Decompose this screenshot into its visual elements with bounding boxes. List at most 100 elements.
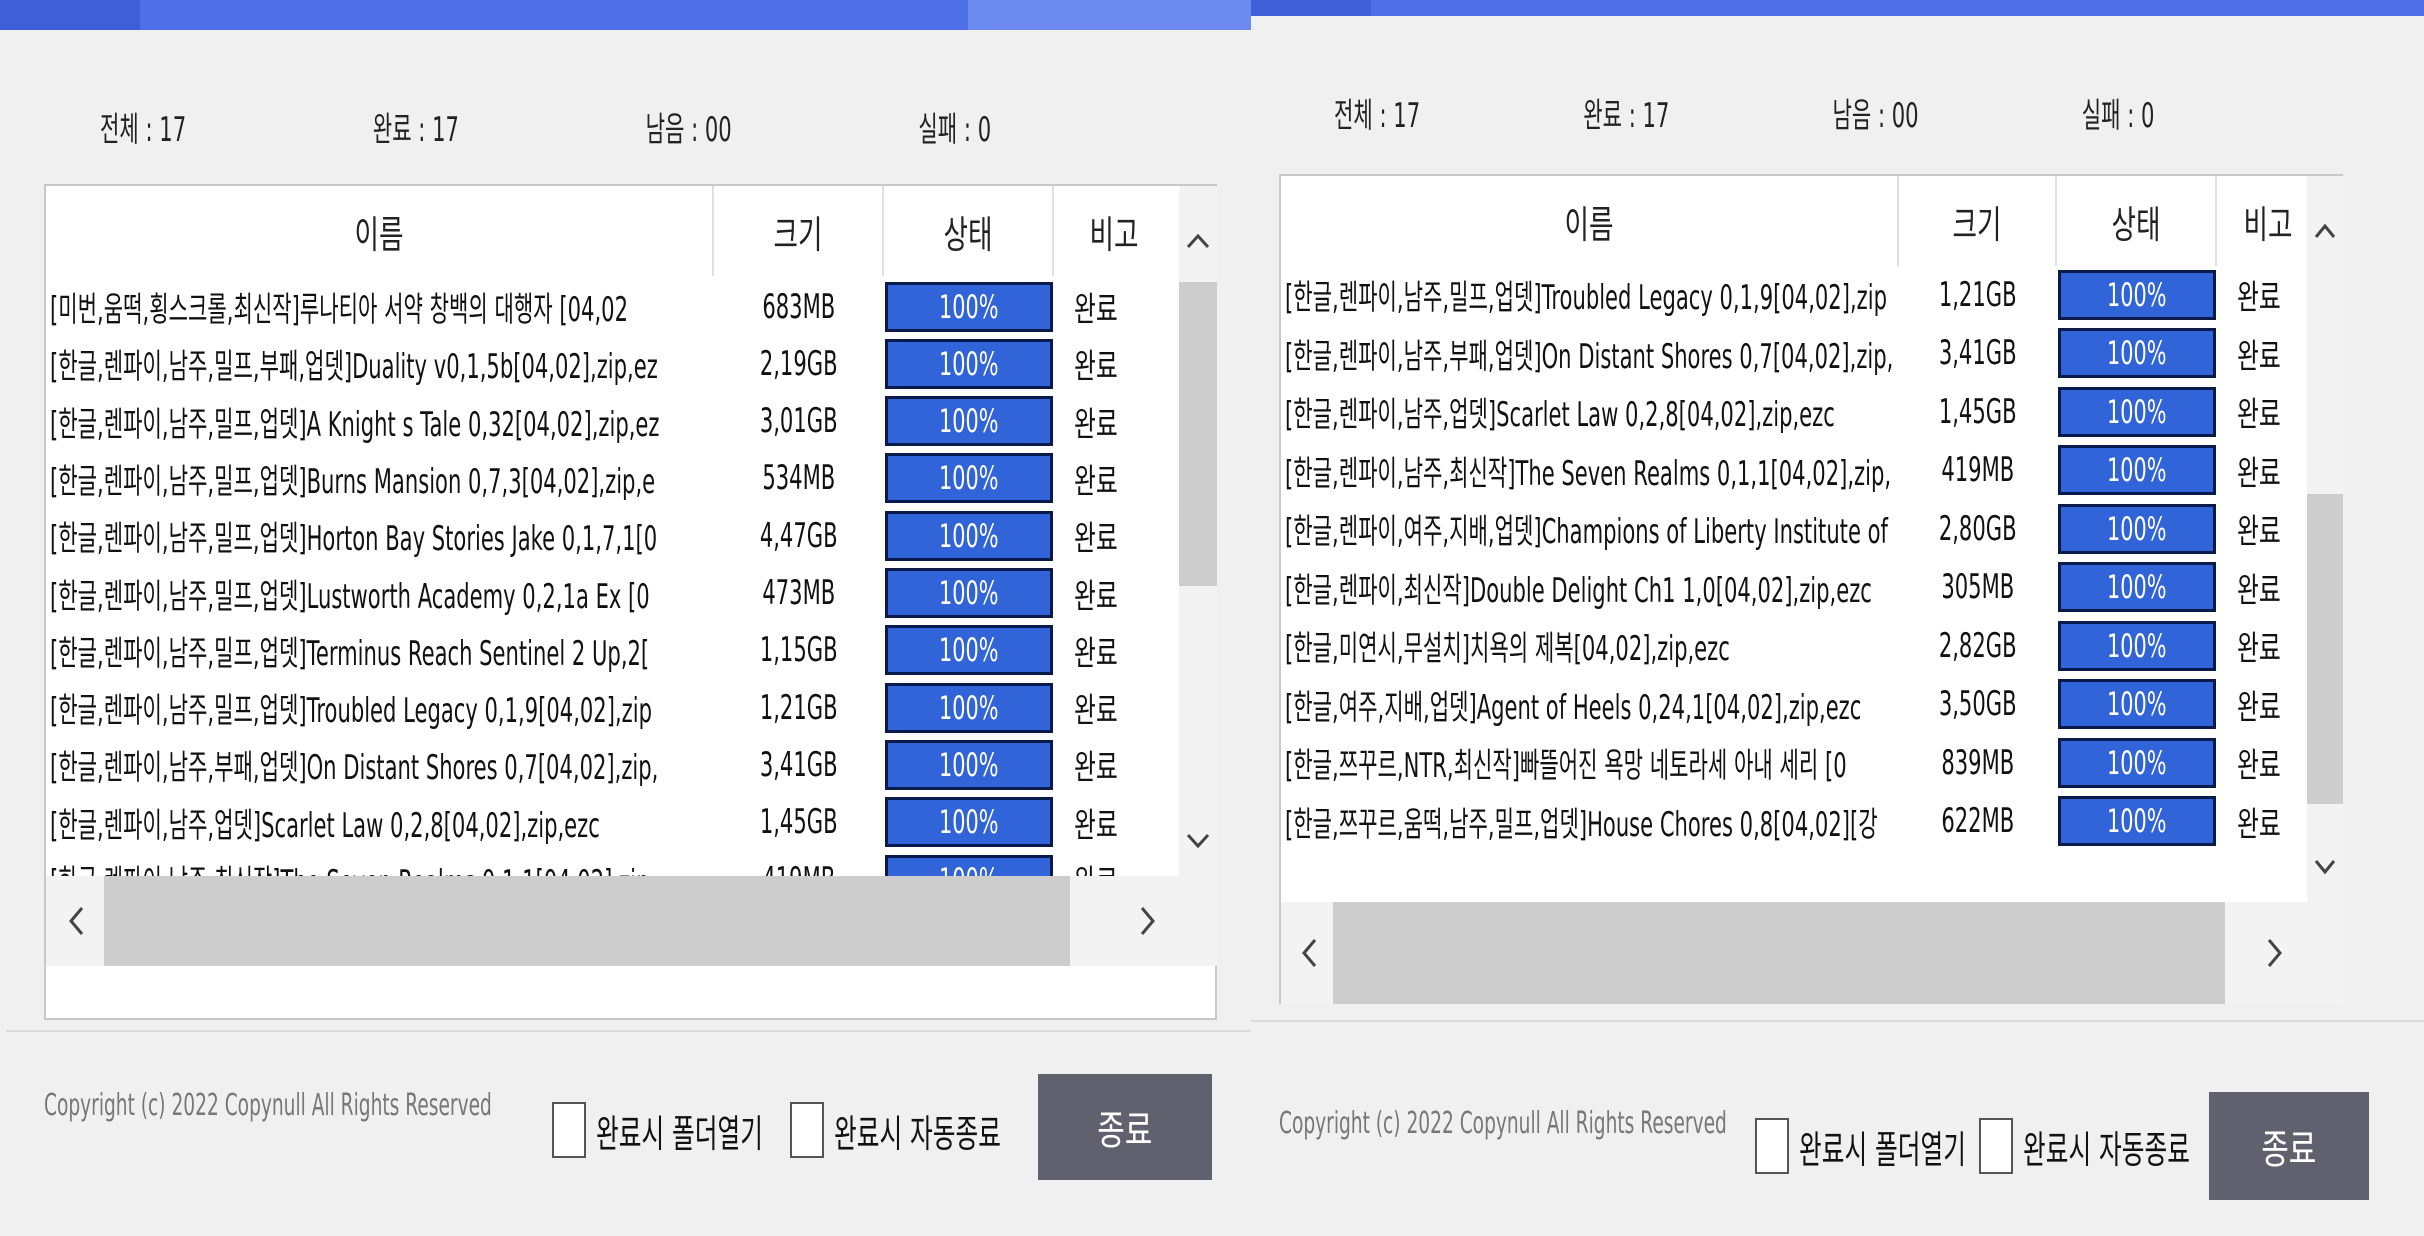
list-item[interactable]: [한글,렌파이,남주,밀프,업뎃]Horton Bay Stories Jake… (46, 507, 1174, 564)
file-note: 완료 (1074, 691, 1118, 732)
list-item[interactable]: [한글,렌파이,남주,업뎃]Scarlet Law 0,2,8[04,02],z… (46, 794, 1174, 851)
file-name: [한글,렌파이,남주,밀프,업뎃]Horton Bay Stories Jake… (50, 519, 658, 560)
chevron-right-icon[interactable] (1128, 896, 1168, 946)
file-name: [한글,렌파이,남주,밀프,업뎃]Troubled Legacy 0,1,9[0… (1285, 278, 1887, 318)
file-size: 305MB (1941, 567, 2015, 607)
column-header-status[interactable]: 상태 (884, 186, 1054, 276)
stat-remaining: 남음 : 00 (645, 110, 732, 150)
stat-done: 완료 : 17 (1583, 96, 1670, 136)
footer-divider (1251, 1020, 2424, 1022)
file-note: 완료 (2237, 336, 2281, 377)
column-header-size[interactable]: 크기 (1899, 176, 2057, 266)
vertical-scrollbar[interactable] (1179, 186, 1217, 876)
file-status: 100% (2057, 796, 2217, 846)
list-item[interactable]: [한글,렌파이,남주,업뎃]Scarlet Law 0,2,8[04,02],z… (1281, 383, 2319, 440)
column-header-name[interactable]: 이름 (1281, 176, 1899, 266)
list-item[interactable]: [한글,쯔꾸르,움떡,남주,밀프,업뎃]House Chores 0,8[04,… (1281, 793, 2319, 850)
column-header-note[interactable]: 비고 (2217, 176, 2319, 266)
chevron-down-icon[interactable] (1179, 816, 1217, 866)
file-status: 100% (884, 338, 1054, 389)
vertical-scroll-thumb[interactable] (1179, 282, 1217, 586)
file-note: 완료 (1074, 576, 1118, 617)
progress-label: 100% (2107, 568, 2167, 606)
horizontal-scroll-thumb[interactable] (1333, 902, 2225, 1004)
list-item[interactable]: [한글,렌파이,남주,밀프,업뎃]Burns Mansion 0,7,3[04,… (46, 450, 1174, 507)
footer-divider (6, 1030, 1251, 1032)
progress-bar: 100% (2058, 737, 2216, 788)
file-note: 완료 (2237, 453, 2281, 494)
horizontal-scrollbar[interactable] (46, 876, 1217, 966)
file-size: 2,80GB (1939, 508, 2017, 549)
file-name: [한글,여주,지배,업뎃]Agent of Heels 0,24,1[04,02… (1285, 687, 1862, 728)
column-header-note[interactable]: 비고 (1054, 186, 1174, 276)
horizontal-scrollbar[interactable] (1281, 902, 2343, 1004)
list-item[interactable]: [한글,렌파이,남주,최신작]The Seven Realms 0,1,1[04… (1281, 442, 2319, 499)
file-name: [한글,렌파이,남주,부패,업뎃]On Distant Shores 0,7[0… (1285, 336, 1894, 377)
list-item[interactable]: [한글,렌파이,남주,밀프,업뎃]Terminus Reach Sentinel… (46, 622, 1174, 679)
file-name: [미번,움떡,횡스크롤,최신작]루나티아 서약 창백의 대행자 [04,02 (50, 290, 628, 330)
progress-label: 100% (939, 459, 999, 498)
list-item[interactable]: [한글,쯔꾸르,NTR,최신작]빠뜰어진 욕망 네토라세 아내 세리 [0 839… (1281, 734, 2319, 791)
file-name: [한글,쯔꾸르,움떡,남주,밀프,업뎃]House Chores 0,8[04,… (1285, 804, 1878, 845)
progress-label: 100% (2107, 626, 2167, 665)
chevron-down-icon[interactable] (2307, 842, 2343, 892)
checkbox-box[interactable] (552, 1102, 586, 1158)
list-item[interactable]: [한글,렌파이,남주,밀프,업뎃]Troubled Legacy 0,1,9[0… (1281, 266, 2319, 323)
list-item[interactable]: [한글,렌파이,남주,밀프,부패,업뎃]Duality v0,1,5b[04,0… (46, 335, 1174, 392)
progress-label: 100% (939, 516, 999, 555)
file-name: [한글,렌파이,여주,지배,업뎃]Champions of Liberty In… (1285, 512, 1888, 552)
checkbox-box[interactable] (790, 1102, 824, 1158)
chevron-left-icon[interactable] (56, 896, 96, 946)
chevron-right-icon[interactable] (2255, 928, 2295, 978)
file-note: 완료 (2237, 395, 2281, 435)
file-size: 1,45GB (1939, 391, 2017, 432)
file-note: 완료 (2237, 687, 2281, 728)
title-bar[interactable] (1251, 0, 2424, 16)
list-item[interactable]: [한글,렌파이,남주,밀프,업뎃]Lustworth Academy 0,2,1… (46, 565, 1174, 622)
close-button[interactable]: 종료 (1038, 1074, 1212, 1180)
column-header-size[interactable]: 크기 (714, 186, 884, 276)
list-item[interactable]: [한글,미연시,무설치]치욕의 제복[04,02],zip,ezc 2,82GB 1… (1281, 617, 2319, 674)
progress-label: 100% (2107, 392, 2167, 431)
checkbox-box[interactable] (1979, 1118, 2013, 1174)
file-size: 2,82GB (1939, 625, 2017, 666)
list-item[interactable]: [한글,여주,지배,업뎃]Agent of Heels 0,24,1[04,02… (1281, 676, 2319, 733)
progress-label: 100% (939, 803, 999, 842)
file-size: 534MB (762, 458, 836, 499)
copyright-text: Copyright (c) 2022 Copynull All Rights R… (44, 1088, 492, 1123)
list-item[interactable]: [한글,렌파이,남주,밀프,업뎃]Troubled Legacy 0,1,9[0… (46, 679, 1174, 736)
vertical-scrollbar[interactable] (2307, 176, 2343, 902)
progress-label: 100% (939, 631, 999, 670)
chevron-up-icon[interactable] (1179, 216, 1217, 266)
list-item[interactable]: [한글,렌파이,남주,밀프,업뎃]A Knight s Tale 0,32[04… (46, 393, 1174, 450)
list-item[interactable]: [한글,렌파이,남주,부패,업뎃]On Distant Shores 0,7[0… (1281, 325, 2319, 382)
list-rows: [한글,렌파이,남주,밀프,업뎃]Troubled Legacy 0,1,9[0… (1281, 266, 2341, 866)
progress-label: 100% (2107, 685, 2167, 723)
chevron-up-icon[interactable] (2307, 206, 2343, 256)
list-item[interactable]: [한글,렌파이,여주,지배,업뎃]Champions of Liberty In… (1281, 500, 2319, 557)
file-size: 3,01GB (760, 401, 838, 442)
progress-bar: 100% (885, 568, 1053, 618)
checkbox-box[interactable] (1755, 1118, 1789, 1174)
window-body: 전체 : 17 완료 : 17 남음 : 00 실패 : 0 이름 크기 상태 … (6, 30, 1251, 1236)
file-name: [한글,렌파이,남주,밀프,업뎃]A Knight s Tale 0,32[04… (50, 404, 660, 445)
horizontal-scroll-thumb[interactable] (104, 876, 1070, 966)
chevron-left-icon[interactable] (1289, 928, 1329, 978)
list-item[interactable]: [한글,렌파이,남주,부패,업뎃]On Distant Shores 0,7[0… (46, 736, 1174, 793)
file-note: 완료 (1074, 404, 1118, 445)
file-list[interactable]: 이름 크기 상태 비고 [미번,움떡,횡스크롤,최신작]루나티아 서약 창백의 … (44, 184, 1217, 1020)
progress-label: 100% (939, 745, 999, 784)
vertical-scroll-thumb[interactable] (2307, 494, 2343, 804)
file-status: 100% (2057, 620, 2217, 671)
file-name: [한글,렌파이,남주,부패,업뎃]On Distant Shores 0,7[0… (50, 748, 659, 789)
progress-label: 100% (939, 344, 999, 383)
title-bar[interactable] (0, 0, 1251, 30)
file-size: 4,47GB (760, 515, 838, 556)
list-item[interactable]: [한글,렌파이,최신작]Double Delight Ch1 1,0[04,02… (1281, 559, 2319, 616)
file-list[interactable]: 이름 크기 상태 비고 [한글,렌파이,남주,밀프,업뎃]Troubled Le… (1279, 174, 2343, 1004)
column-header-status[interactable]: 상태 (2057, 176, 2217, 266)
close-button[interactable]: 종료 (2209, 1092, 2369, 1200)
column-header-name[interactable]: 이름 (46, 186, 714, 276)
file-size: 622MB (1941, 801, 2015, 841)
list-item[interactable]: [미번,움떡,횡스크롤,최신작]루나티아 서약 창백의 대행자 [04,02 68… (46, 278, 1174, 335)
